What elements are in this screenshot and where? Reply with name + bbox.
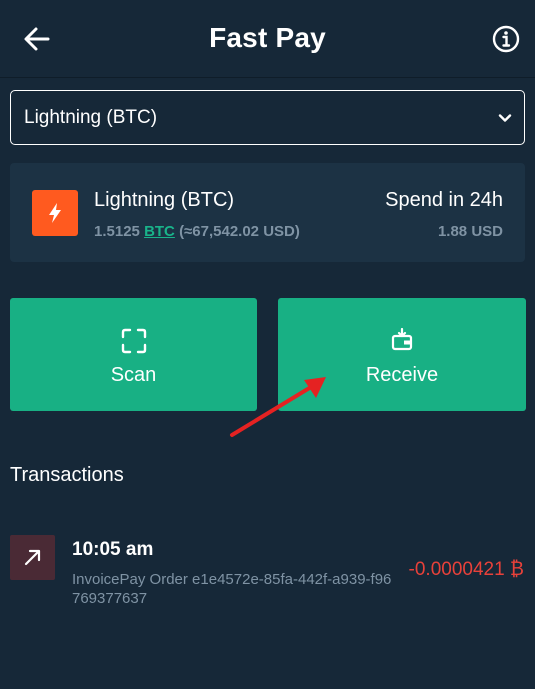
network-select[interactable]: Lightning (BTC): [10, 90, 525, 145]
transactions-title: Transactions: [10, 464, 124, 486]
transaction-amount: -0.0000421 ₿: [408, 559, 524, 580]
transaction-description: InvoicePay Order e1e4572e-85fa-442f-a939…: [72, 571, 392, 607]
wallet-balance: 1.5125 BTC (≈67,542.02 USD): [94, 223, 300, 240]
info-button[interactable]: [491, 24, 521, 54]
info-circle-icon: [492, 25, 520, 53]
annotation-arrow: [230, 377, 326, 437]
wallet-card: Lightning (BTC) 1.5125 BTC (≈67,542.02 U…: [10, 163, 525, 262]
wallet-receive-icon: [391, 328, 413, 351]
balance-fiat: (≈67,542.02 USD): [179, 223, 300, 240]
page-title: Fast Pay: [209, 22, 326, 53]
spend-value: 1.88 USD: [437, 223, 503, 240]
chevron-down-icon: [498, 114, 512, 122]
scan-frame-icon: [121, 328, 146, 354]
transaction-row[interactable]: 10:05 am InvoicePay Order e1e4572e-85fa-…: [10, 533, 530, 613]
lightning-bolt-icon: [32, 190, 78, 236]
scan-button[interactable]: Scan: [10, 298, 257, 411]
transaction-time: 10:05 am: [72, 539, 154, 560]
spend-label: Spend in 24h: [385, 189, 503, 211]
balance-currency-link[interactable]: BTC: [144, 223, 175, 240]
fast-pay-screen: Fast Pay Lightning (BTC) Lightning (BTC)…: [0, 0, 535, 689]
arrow-up-right-icon: [10, 535, 55, 580]
wallet-name: Lightning (BTC): [94, 189, 235, 211]
scan-label: Scan: [110, 364, 157, 386]
balance-amount: 1.5125: [94, 223, 140, 240]
network-select-value: Lightning (BTC): [24, 107, 158, 128]
app-header: Fast Pay: [0, 0, 535, 78]
